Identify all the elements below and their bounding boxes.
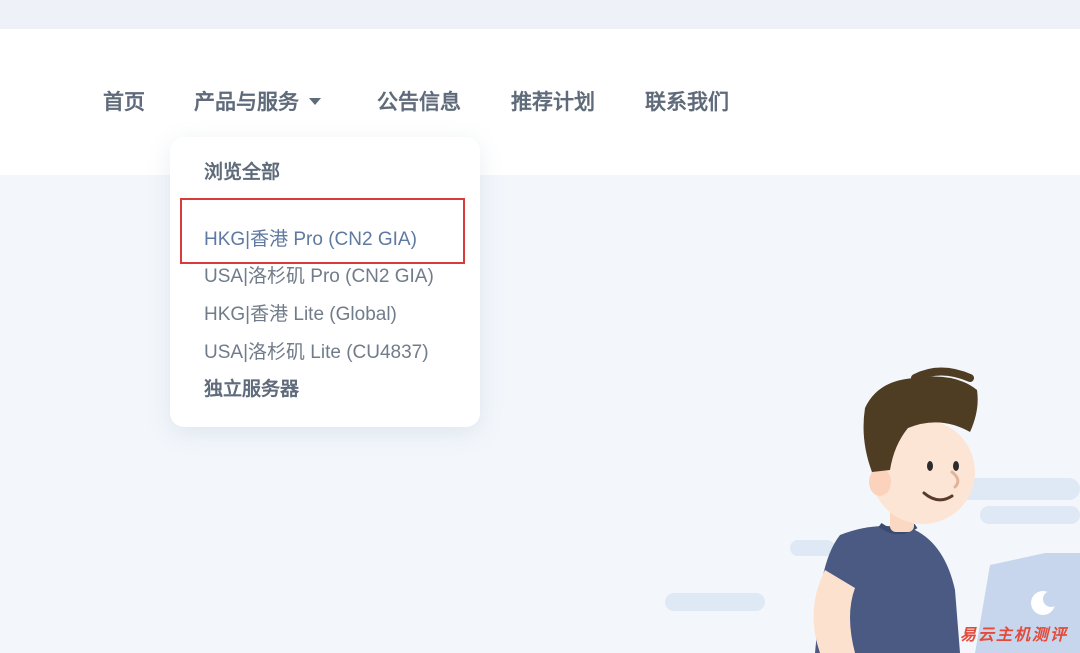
top-strip bbox=[0, 0, 1080, 29]
nav-referral[interactable]: 推荐计划 bbox=[511, 87, 595, 119]
dropdown-browse-all[interactable]: 浏览全部 bbox=[204, 159, 280, 187]
hero-illustration bbox=[665, 367, 1080, 653]
nav-home[interactable]: 首页 bbox=[103, 87, 145, 119]
nav-products-label: 产品与服务 bbox=[194, 91, 299, 114]
chevron-down-icon bbox=[309, 97, 321, 105]
watermark-text: 易云主机测评 bbox=[959, 625, 1068, 644]
nav-announcements[interactable]: 公告信息 bbox=[377, 87, 461, 119]
dropdown-item-hkg-lite[interactable]: HKG|香港 Lite (Global) bbox=[204, 301, 397, 329]
nav-contact[interactable]: 联系我们 bbox=[645, 87, 729, 119]
nav-products-services[interactable]: 产品与服务 bbox=[194, 87, 321, 119]
highlight-annotation-box bbox=[180, 198, 465, 264]
dropdown-item-usa-lite[interactable]: USA|洛杉矶 Lite (CU4837) bbox=[204, 339, 429, 367]
products-dropdown-menu: 浏览全部 HKG|香港 Pro (CN2 GIA) USA|洛杉矶 Pro (C… bbox=[170, 137, 480, 427]
main-nav: 首页 产品与服务 公告信息 推荐计划 联系我们 bbox=[0, 87, 1080, 119]
dropdown-item-usa-pro[interactable]: USA|洛杉矶 Pro (CN2 GIA) bbox=[204, 263, 434, 291]
dropdown-dedicated-servers[interactable]: 独立服务器 bbox=[204, 376, 299, 404]
